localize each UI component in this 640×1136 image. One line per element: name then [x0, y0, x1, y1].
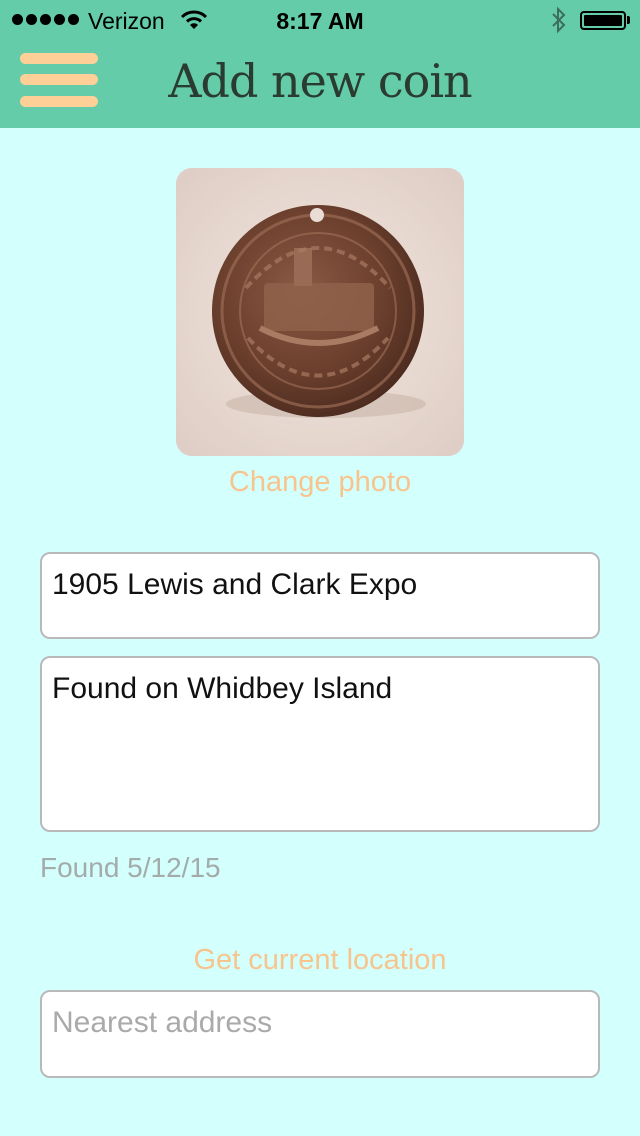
status-bar: Verizon 8:17 AM [0, 0, 640, 40]
battery-icon [580, 11, 626, 30]
get-current-location-button[interactable]: Get current location [0, 944, 640, 977]
coin-notes-field[interactable]: Found on Whidbey Island [40, 656, 600, 832]
nearest-address-field[interactable]: Nearest address [40, 990, 600, 1078]
app-header: Verizon 8:17 AM Add new coin [0, 0, 640, 128]
battery-tip [627, 16, 630, 24]
change-photo-button[interactable]: Change photo [0, 466, 640, 499]
page-title: Add new coin [168, 54, 472, 108]
status-time: 8:17 AM [276, 8, 364, 34]
coin-photo[interactable] [176, 168, 464, 456]
bluetooth-icon [550, 6, 568, 40]
coin-name-field[interactable]: 1905 Lewis and Clark Expo [40, 552, 600, 639]
found-date-label: Found 5/12/15 [40, 852, 221, 883]
